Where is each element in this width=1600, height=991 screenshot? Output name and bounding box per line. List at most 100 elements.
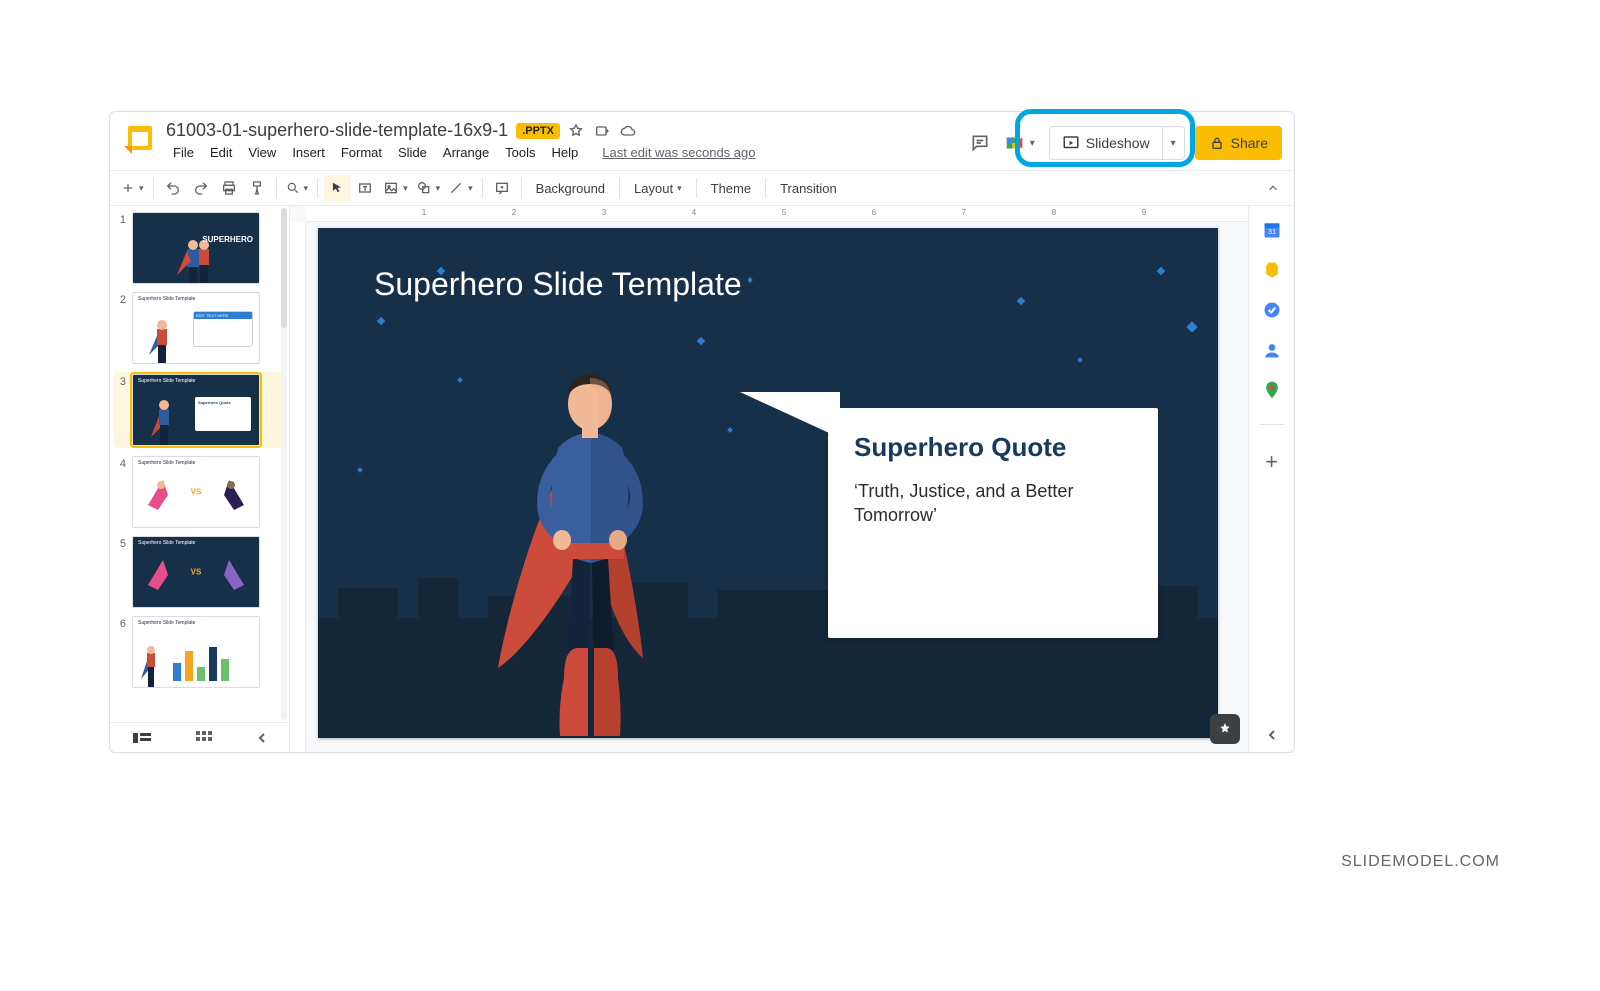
present-icon [1062,134,1080,152]
thumb-1-row[interactable]: 1 SUPERHERO [114,212,285,284]
thumb-3-row[interactable]: 3 Superhero Slide Template Superhero Quo… [114,372,285,448]
lock-icon [1209,135,1225,151]
meet-dropdown[interactable]: ▾ [1004,132,1039,154]
workspace: 1 SUPERHERO 2 Superhero Slide Template E… [110,206,1294,752]
filmstrip-scrollbar[interactable] [281,208,287,720]
slideshow-dropdown-button[interactable]: ▾ [1162,127,1184,159]
thumb-6[interactable]: Superhero Slide Template [132,616,260,688]
document-title[interactable]: 61003-01-superhero-slide-template-16x9-1 [166,120,508,141]
layout-button[interactable]: Layout [626,175,690,201]
menu-view[interactable]: View [241,143,283,162]
keep-icon[interactable] [1262,260,1282,280]
comment-button[interactable] [489,175,515,201]
meet-icon [1004,132,1026,154]
slideshow-label: Slideshow [1086,135,1150,151]
menu-arrange[interactable]: Arrange [436,143,496,162]
open-comments-button[interactable] [966,129,994,157]
thumb-label: Superhero Slide Template [138,296,195,302]
thumb-label: Superhero Slide Template [138,460,195,466]
shape-button[interactable] [413,175,444,201]
slide-title[interactable]: Superhero Slide Template [374,266,742,303]
side-panel: 31 + [1248,206,1294,752]
pptx-badge: .PPTX [516,123,560,139]
svg-text:31: 31 [1267,227,1275,236]
thumb-label: Superhero Slide Template [138,378,195,384]
slideshow-button-group: Slideshow ▾ [1049,126,1185,160]
line-button[interactable] [445,175,476,201]
move-icon[interactable] [594,123,610,139]
thumb-4-row[interactable]: 4 Superhero Slide Template VS [114,456,285,528]
theme-button[interactable]: Theme [703,175,759,201]
watermark: SLIDEMODEL.COM [1341,853,1500,871]
menu-file[interactable]: File [166,143,201,162]
canvas[interactable]: 12 34 56 78 9 Superhero Slide [290,206,1248,752]
thumb-number: 1 [114,212,126,284]
textbox-button[interactable] [352,175,378,201]
sidepanel-collapse-button[interactable] [1266,728,1278,742]
thumb-5-row[interactable]: 5 Superhero Slide Template VS [114,536,285,608]
image-button[interactable] [380,175,411,201]
zoom-button[interactable] [283,175,312,201]
select-tool-button[interactable] [324,175,350,201]
thumb-number: 4 [114,456,126,528]
share-button[interactable]: Share [1195,126,1282,160]
filmstrip-footer [110,722,290,752]
collapse-toolbar-button[interactable] [1260,175,1286,201]
paint-format-button[interactable] [244,175,270,201]
thumb-number: 6 [114,616,126,688]
thumb-number: 2 [114,292,126,364]
ruler-horizontal: 12 34 56 78 9 [306,206,1248,222]
explore-button[interactable] [1210,714,1240,744]
filmstrip-grid-view-icon[interactable] [196,731,212,745]
thumb-1-title: SUPERHERO [202,235,253,244]
background-button[interactable]: Background [528,175,613,201]
thumb-3-quote: Superhero Quote [195,397,251,408]
menu-format[interactable]: Format [334,143,389,162]
slideshow-button[interactable]: Slideshow [1050,127,1162,159]
chevron-down-icon: ▾ [1026,138,1039,149]
transition-button[interactable]: Transition [772,175,845,201]
thumb-label: Superhero Slide Template [138,540,195,546]
tasks-icon[interactable] [1262,300,1282,320]
redo-button[interactable] [188,175,214,201]
thumb-3[interactable]: Superhero Slide Template Superhero Quote [132,374,260,446]
filmstrip-collapse-icon[interactable] [257,732,267,744]
menu-slide[interactable]: Slide [391,143,434,162]
last-edit-link[interactable]: Last edit was seconds ago [595,143,762,162]
share-label: Share [1231,135,1268,151]
vs-label: VS [191,568,202,577]
thumb-2-boxhead: EDIT TEXT HERE [194,312,252,319]
add-addon-button[interactable]: + [1265,449,1278,475]
menu-help[interactable]: Help [545,143,586,162]
menu-edit[interactable]: Edit [203,143,239,162]
vs-label: VS [191,488,202,497]
slide-canvas[interactable]: Superhero Slide Template [318,228,1218,738]
print-button[interactable] [216,175,242,201]
thumb-1[interactable]: SUPERHERO [132,212,260,284]
menu-tools[interactable]: Tools [498,143,542,162]
thumb-4[interactable]: Superhero Slide Template VS [132,456,260,528]
thumb-6-row[interactable]: 6 Superhero Slide Template [114,616,285,688]
titlebar: 61003-01-superhero-slide-template-16x9-1… [110,112,1294,170]
quote-heading[interactable]: Superhero Quote [854,432,1132,463]
thumb-5[interactable]: Superhero Slide Template VS [132,536,260,608]
new-slide-button[interactable] [118,175,147,201]
quote-body[interactable]: ‘Truth, Justice, and a Better Tomorrow’ [854,479,1132,528]
slides-app-icon[interactable] [120,122,156,158]
calendar-icon[interactable]: 31 [1262,220,1282,240]
menu-insert[interactable]: Insert [285,143,332,162]
maps-icon[interactable] [1262,380,1282,400]
superhero-graphic[interactable] [488,348,688,738]
menubar: File Edit View Insert Format Slide Arran… [166,143,763,162]
thumb-2[interactable]: Superhero Slide Template EDIT TEXT HERE [132,292,260,364]
speech-bubble[interactable]: Superhero Quote ‘Truth, Justice, and a B… [828,408,1158,638]
star-icon[interactable] [568,123,584,139]
thumb-2-row[interactable]: 2 Superhero Slide Template EDIT TEXT HER… [114,292,285,364]
thumb-label: Superhero Slide Template [138,620,195,626]
cloud-status-icon[interactable] [620,123,636,139]
undo-button[interactable] [160,175,186,201]
contacts-icon[interactable] [1262,340,1282,360]
filmstrip-list-view-icon[interactable] [133,731,151,745]
thumb-number: 3 [114,374,126,446]
thumb-number: 5 [114,536,126,608]
